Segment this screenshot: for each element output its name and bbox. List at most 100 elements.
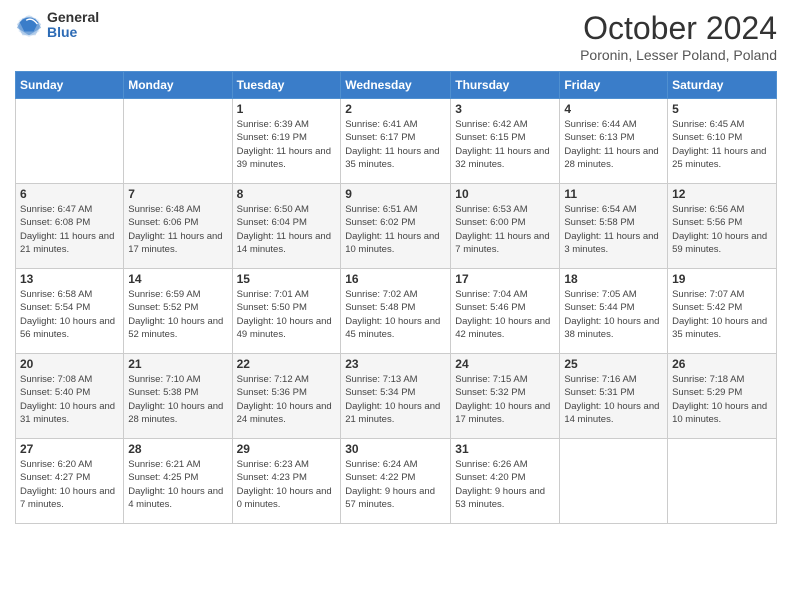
day-info: Sunrise: 7:04 AM Sunset: 5:46 PM Dayligh… — [455, 288, 555, 341]
calendar-cell: 17 Sunrise: 7:04 AM Sunset: 5:46 PM Dayli… — [451, 269, 560, 354]
calendar-cell: 24Sunrise: 7:15 AM Sunset: 5:32 PM Dayli… — [451, 354, 560, 439]
calendar-cell: 28 Sunrise: 6:21 AM Sunset: 4:25 PM Dayli… — [124, 439, 232, 524]
calendar-cell: 14 Sunrise: 6:59 AM Sunset: 5:52 PM Dayli… — [124, 269, 232, 354]
calendar-cell: 18 Sunrise: 7:05 AM Sunset: 5:44 PM Dayli… — [560, 269, 668, 354]
title-section: October 2024 Poronin, Lesser Poland, Pol… — [580, 10, 777, 63]
day-info: Sunrise: 7:02 AM Sunset: 5:48 PM Dayligh… — [345, 288, 446, 341]
calendar-cell: 1 Sunrise: 6:39 AM Sunset: 6:19 PM Daylig… — [232, 99, 341, 184]
calendar-cell: 27Sunrise: 6:20 AM Sunset: 4:27 PM Dayli… — [16, 439, 124, 524]
day-number: 10 — [455, 187, 555, 201]
day-info: Sunrise: 6:58 AM Sunset: 5:54 PM Dayligh… — [20, 288, 119, 341]
day-info: Sunrise: 7:12 AM Sunset: 5:36 PM Dayligh… — [237, 373, 337, 426]
day-number: 25 — [564, 357, 663, 371]
day-info: Sunrise: 6:53 AM Sunset: 6:00 PM Dayligh… — [455, 203, 555, 256]
weekday-header-saturday: Saturday — [668, 72, 777, 99]
day-info: Sunrise: 6:51 AM Sunset: 6:02 PM Dayligh… — [345, 203, 446, 256]
weekday-header-row: SundayMondayTuesdayWednesdayThursdayFrid… — [16, 72, 777, 99]
day-info: Sunrise: 7:13 AM Sunset: 5:34 PM Dayligh… — [345, 373, 446, 426]
calendar-cell: 22 Sunrise: 7:12 AM Sunset: 5:36 PM Dayli… — [232, 354, 341, 439]
calendar-cell: 11 Sunrise: 6:54 AM Sunset: 5:58 PM Dayli… — [560, 184, 668, 269]
calendar-cell: 5Sunrise: 6:45 AM Sunset: 6:10 PM Daylig… — [668, 99, 777, 184]
day-info: Sunrise: 7:18 AM Sunset: 5:29 PM Dayligh… — [672, 373, 772, 426]
calendar-cell: 16 Sunrise: 7:02 AM Sunset: 5:48 PM Dayli… — [341, 269, 451, 354]
calendar-cell: 3 Sunrise: 6:42 AM Sunset: 6:15 PM Daylig… — [451, 99, 560, 184]
calendar-cell — [16, 99, 124, 184]
day-number: 28 — [128, 442, 227, 456]
day-number: 22 — [237, 357, 337, 371]
calendar-cell: 26 Sunrise: 7:18 AM Sunset: 5:29 PM Dayli… — [668, 354, 777, 439]
calendar-cell: 21 Sunrise: 7:10 AM Sunset: 5:38 PM Dayli… — [124, 354, 232, 439]
day-number: 23 — [345, 357, 446, 371]
day-number: 14 — [128, 272, 227, 286]
logo: General Blue — [15, 10, 99, 41]
day-info: Sunrise: 6:54 AM Sunset: 5:58 PM Dayligh… — [564, 203, 663, 256]
day-number: 2 — [345, 102, 446, 116]
day-number: 26 — [672, 357, 772, 371]
day-number: 30 — [345, 442, 446, 456]
calendar-week-row: 20 Sunrise: 7:08 AM Sunset: 5:40 PM Dayli… — [16, 354, 777, 439]
day-info: Sunrise: 6:56 AM Sunset: 5:56 PM Dayligh… — [672, 203, 772, 256]
day-number: 12 — [672, 187, 772, 201]
day-number: 20 — [20, 357, 119, 371]
weekday-header-sunday: Sunday — [16, 72, 124, 99]
day-info: Sunrise: 6:44 AM Sunset: 6:13 PM Dayligh… — [564, 118, 663, 171]
calendar-cell: 6Sunrise: 6:47 AM Sunset: 6:08 PM Daylig… — [16, 184, 124, 269]
day-info: Sunrise: 6:21 AM Sunset: 4:25 PM Dayligh… — [128, 458, 227, 511]
logo-blue-text: Blue — [47, 25, 99, 40]
day-info: Sunrise: 6:48 AM Sunset: 6:06 PM Dayligh… — [128, 203, 227, 256]
weekday-header-tuesday: Tuesday — [232, 72, 341, 99]
month-title: October 2024 — [580, 10, 777, 47]
day-number: 19 — [672, 272, 772, 286]
calendar-cell: 15Sunrise: 7:01 AM Sunset: 5:50 PM Dayli… — [232, 269, 341, 354]
day-info: Sunrise: 6:41 AM Sunset: 6:17 PM Dayligh… — [345, 118, 446, 171]
logo-general-text: General — [47, 10, 99, 25]
page: General Blue October 2024 Poronin, Lesse… — [0, 0, 792, 612]
day-number: 1 — [237, 102, 337, 116]
calendar-cell — [668, 439, 777, 524]
day-number: 11 — [564, 187, 663, 201]
day-number: 17 — [455, 272, 555, 286]
calendar-cell: 29Sunrise: 6:23 AM Sunset: 4:23 PM Dayli… — [232, 439, 341, 524]
calendar-cell: 7Sunrise: 6:48 AM Sunset: 6:06 PM Daylig… — [124, 184, 232, 269]
day-info: Sunrise: 6:42 AM Sunset: 6:15 PM Dayligh… — [455, 118, 555, 171]
day-number: 13 — [20, 272, 119, 286]
day-info: Sunrise: 7:16 AM Sunset: 5:31 PM Dayligh… — [564, 373, 663, 426]
calendar-cell: 20 Sunrise: 7:08 AM Sunset: 5:40 PM Dayli… — [16, 354, 124, 439]
calendar-week-row: 1 Sunrise: 6:39 AM Sunset: 6:19 PM Daylig… — [16, 99, 777, 184]
day-info: Sunrise: 7:10 AM Sunset: 5:38 PM Dayligh… — [128, 373, 227, 426]
calendar-cell: 4 Sunrise: 6:44 AM Sunset: 6:13 PM Daylig… — [560, 99, 668, 184]
day-info: Sunrise: 6:24 AM Sunset: 4:22 PM Dayligh… — [345, 458, 446, 511]
day-number: 18 — [564, 272, 663, 286]
calendar-table: SundayMondayTuesdayWednesdayThursdayFrid… — [15, 71, 777, 524]
day-number: 3 — [455, 102, 555, 116]
weekday-header-monday: Monday — [124, 72, 232, 99]
day-number: 5 — [672, 102, 772, 116]
header: General Blue October 2024 Poronin, Lesse… — [15, 10, 777, 63]
day-info: Sunrise: 7:01 AM Sunset: 5:50 PM Dayligh… — [237, 288, 337, 341]
day-info: Sunrise: 7:05 AM Sunset: 5:44 PM Dayligh… — [564, 288, 663, 341]
calendar-week-row: 27Sunrise: 6:20 AM Sunset: 4:27 PM Dayli… — [16, 439, 777, 524]
day-info: Sunrise: 7:08 AM Sunset: 5:40 PM Dayligh… — [20, 373, 119, 426]
day-info: Sunrise: 6:59 AM Sunset: 5:52 PM Dayligh… — [128, 288, 227, 341]
weekday-header-wednesday: Wednesday — [341, 72, 451, 99]
day-info: Sunrise: 7:07 AM Sunset: 5:42 PM Dayligh… — [672, 288, 772, 341]
day-number: 16 — [345, 272, 446, 286]
calendar-cell: 31Sunrise: 6:26 AM Sunset: 4:20 PM Dayli… — [451, 439, 560, 524]
calendar-cell: 12 Sunrise: 6:56 AM Sunset: 5:56 PM Dayli… — [668, 184, 777, 269]
day-info: Sunrise: 6:47 AM Sunset: 6:08 PM Dayligh… — [20, 203, 119, 256]
day-info: Sunrise: 7:15 AM Sunset: 5:32 PM Dayligh… — [455, 373, 555, 426]
calendar-cell: 19 Sunrise: 7:07 AM Sunset: 5:42 PM Dayli… — [668, 269, 777, 354]
calendar-cell: 25 Sunrise: 7:16 AM Sunset: 5:31 PM Dayli… — [560, 354, 668, 439]
day-info: Sunrise: 6:39 AM Sunset: 6:19 PM Dayligh… — [237, 118, 337, 171]
day-number: 8 — [237, 187, 337, 201]
logo-icon — [15, 11, 43, 39]
calendar-week-row: 6Sunrise: 6:47 AM Sunset: 6:08 PM Daylig… — [16, 184, 777, 269]
location-title: Poronin, Lesser Poland, Poland — [580, 47, 777, 63]
calendar-cell: 30 Sunrise: 6:24 AM Sunset: 4:22 PM Dayli… — [341, 439, 451, 524]
calendar-cell: 10 Sunrise: 6:53 AM Sunset: 6:00 PM Dayli… — [451, 184, 560, 269]
logo-text: General Blue — [47, 10, 99, 41]
day-number: 21 — [128, 357, 227, 371]
calendar-cell — [124, 99, 232, 184]
day-number: 4 — [564, 102, 663, 116]
calendar-cell: 23 Sunrise: 7:13 AM Sunset: 5:34 PM Dayli… — [341, 354, 451, 439]
